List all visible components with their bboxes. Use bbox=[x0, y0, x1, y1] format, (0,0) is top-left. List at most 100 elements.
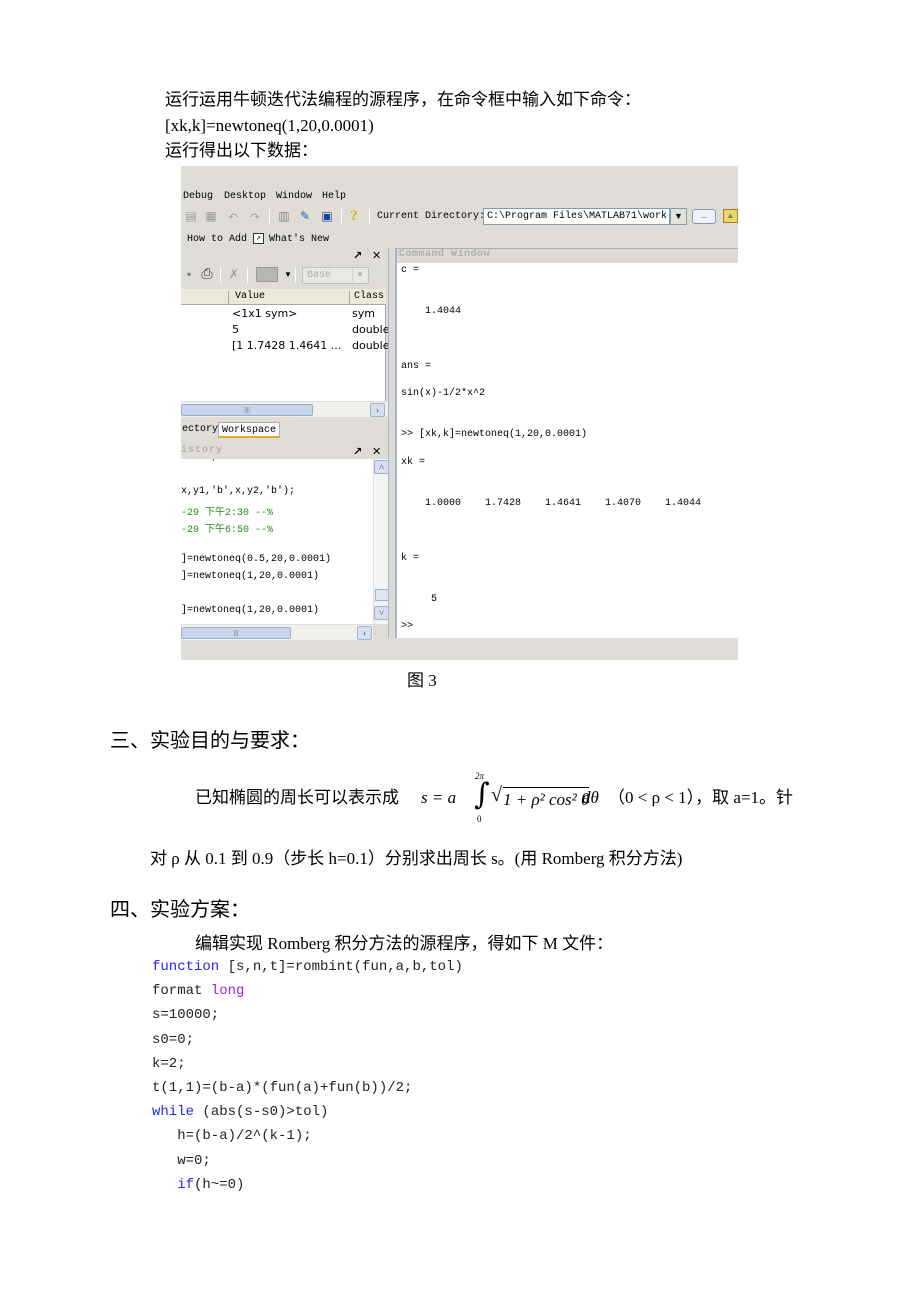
current-directory-input[interactable]: C:\Program Files\MATLAB71\work bbox=[483, 208, 670, 225]
history-entry[interactable]: -29 下午2:30 --% bbox=[181, 503, 273, 519]
command-output-line: k = bbox=[401, 552, 420, 564]
profiler-icon[interactable]: ▣ bbox=[319, 209, 335, 224]
toolbar-separator bbox=[247, 267, 248, 283]
formula-integrand: 1 + ρ² cos² θ bbox=[503, 787, 590, 811]
code-line: k=2; bbox=[152, 1055, 186, 1073]
cut-icon[interactable]: ▤ bbox=[183, 209, 199, 224]
command-output-line: c = bbox=[401, 265, 420, 276]
command-history-panel: istory ↗ ✕ *x.^2; x,y1,'b',x,y2,'b'); -29 … bbox=[181, 444, 389, 640]
import-data-icon[interactable]: ▪ bbox=[181, 267, 197, 282]
scroll-up-icon[interactable]: ˄ bbox=[374, 460, 389, 474]
guide-icon[interactable]: ✎ bbox=[297, 209, 313, 224]
formula-upper-limit: 2π bbox=[475, 771, 485, 781]
menu-debug[interactable]: Debug bbox=[183, 191, 213, 202]
menu-window[interactable]: Window bbox=[276, 191, 312, 202]
code-text: k=2; bbox=[152, 1055, 186, 1072]
row-class: double bbox=[352, 323, 390, 336]
command-window[interactable]: Command Window c = 1.4044 ans = sin(x)-1/2… bbox=[395, 248, 738, 638]
splitter[interactable] bbox=[388, 248, 395, 638]
code-line: s=10000; bbox=[152, 1006, 219, 1024]
paste-icon[interactable]: ▦ bbox=[203, 209, 219, 224]
workspace-horizontal-scrollbar[interactable]: |||| › bbox=[181, 401, 388, 417]
scroll-right-icon[interactable]: › bbox=[370, 403, 385, 417]
history-entry[interactable]: -29 下午6:50 --% bbox=[181, 520, 273, 536]
code-text: s0=0; bbox=[152, 1031, 195, 1048]
column-header-value[interactable]: Value bbox=[231, 291, 265, 305]
table-row[interactable]: 5 double bbox=[181, 323, 390, 339]
tab-current-directory[interactable]: ectory bbox=[181, 422, 221, 438]
command-output-line: 5 bbox=[401, 593, 438, 605]
history-horizontal-scrollbar[interactable]: ||| › bbox=[181, 624, 373, 640]
tab-workspace[interactable]: Workspace bbox=[218, 422, 281, 438]
delete-icon[interactable]: ✗ bbox=[226, 267, 242, 282]
folder-up-icon[interactable]: ▲ bbox=[723, 209, 738, 223]
browse-button[interactable]: ... bbox=[692, 209, 716, 224]
code-line: w=0; bbox=[152, 1152, 211, 1170]
print-icon[interactable]: ⎙ bbox=[199, 267, 215, 282]
table-row[interactable]: <1x1 sym> sym bbox=[181, 307, 386, 323]
scrollbar-thumb[interactable] bbox=[375, 589, 389, 601]
toolbar-separator bbox=[369, 209, 370, 225]
scrollbar-thumb[interactable]: |||| bbox=[181, 404, 313, 416]
current-directory-label: Current Directory: bbox=[377, 211, 486, 222]
command-output-line: 1.0000 1.7428 1.4641 1.4070 1.4044 bbox=[401, 497, 702, 509]
formula-lhs: s = a bbox=[421, 788, 457, 807]
command-output-line: xk = bbox=[401, 456, 426, 468]
shortcuts-bar: How to Add ↗ What's New bbox=[181, 230, 738, 248]
history-entry[interactable]: ]=newtoneq(0.5,20,0.0001) bbox=[181, 554, 331, 565]
chevron-down-icon[interactable]: ▼ bbox=[670, 208, 687, 225]
menu-desktop[interactable]: Desktop bbox=[224, 191, 266, 202]
code-line: s0=0; bbox=[152, 1031, 194, 1049]
shortcut-whats-new[interactable]: What's New bbox=[269, 234, 329, 245]
column-header-name[interactable] bbox=[181, 291, 229, 305]
matlab-screenshot: Debug Desktop Window Help ▤ ▦ ↶ ↷ ▥ ✎ ▣ … bbox=[181, 166, 738, 660]
history-entry[interactable]: x,y1,'b',x,y2,'b'); bbox=[181, 486, 295, 497]
plot-selection-icon[interactable] bbox=[256, 267, 278, 282]
intro-line-1: 运行运用牛顿迭代法编程的源程序，在命令框中输入如下命令： bbox=[165, 90, 641, 109]
scrollbar-thumb[interactable]: ||| bbox=[181, 627, 291, 639]
plot-dropdown-icon[interactable]: ▼ bbox=[280, 267, 296, 282]
scroll-down-icon[interactable]: ˅ bbox=[374, 606, 389, 620]
simulink-icon[interactable]: ▥ bbox=[276, 209, 292, 224]
row-value: <1x1 sym> bbox=[232, 307, 298, 320]
command-output-line: >> [xk,k]=newtoneq(1,20,0.0001) bbox=[401, 429, 588, 441]
code-text: (h~=0) bbox=[194, 1176, 245, 1193]
menu-help[interactable]: Help bbox=[322, 191, 346, 202]
row-value: [1 1.7428 1.4641 ... bbox=[232, 339, 342, 352]
scroll-right-icon[interactable]: › bbox=[357, 626, 372, 640]
panel-tabs: ectory Workspace bbox=[181, 421, 388, 439]
code-line: if(h~=0) bbox=[152, 1176, 244, 1194]
code-line: while (abs(s-s0)>tol) bbox=[152, 1103, 328, 1121]
help-icon[interactable]: ? bbox=[346, 209, 362, 224]
undock-icon[interactable]: ↗ bbox=[353, 249, 362, 262]
command-output-line: 1.4044 bbox=[401, 306, 462, 318]
undo-icon[interactable]: ↶ bbox=[225, 209, 241, 224]
undock-icon[interactable]: ↗ bbox=[353, 445, 362, 458]
workspace-toolbar: ▪ ⎙ ✗ ▼ Base ▼ bbox=[181, 264, 388, 286]
code-line: h=(b-a)/2^(k-1); bbox=[152, 1127, 312, 1145]
toolbar-separator bbox=[220, 267, 221, 283]
code-text: h=(b-a)/2^(k-1); bbox=[152, 1128, 312, 1145]
shortcut-how-to-add[interactable]: How to Add bbox=[187, 234, 247, 245]
history-entry[interactable]: *x.^2; bbox=[181, 459, 217, 463]
command-output-line: sin(x)-1/2*x^2 bbox=[401, 388, 486, 400]
history-vertical-scrollbar[interactable]: ˄ ˅ bbox=[373, 459, 389, 624]
command-output-line: ans = bbox=[401, 360, 432, 372]
stack-select[interactable]: Base ▼ bbox=[302, 267, 369, 284]
toolbar-separator bbox=[341, 209, 342, 225]
history-entry[interactable]: ]=newtoneq(1,20,0.0001) bbox=[181, 605, 319, 616]
close-icon[interactable]: ✕ bbox=[372, 249, 381, 262]
history-list: *x.^2; x,y1,'b',x,y2,'b'); -29 下午2:30 --%-… bbox=[181, 459, 373, 624]
shortcut-icon: ↗ bbox=[253, 233, 264, 244]
redo-icon[interactable]: ↷ bbox=[247, 209, 263, 224]
close-icon[interactable]: ✕ bbox=[372, 445, 381, 458]
history-entry[interactable]: ]=newtoneq(1,20,0.0001) bbox=[181, 571, 319, 582]
column-header-class[interactable]: Class bbox=[349, 291, 384, 305]
code-keyword: while bbox=[152, 1104, 195, 1121]
table-row[interactable]: [1 1.7428 1.4641 ... double bbox=[181, 339, 390, 355]
code-text: (abs(s-s0)>tol) bbox=[194, 1104, 329, 1121]
sqrt-sign: √ bbox=[491, 784, 502, 806]
workspace-titlebar: ↗ ✕ bbox=[181, 248, 388, 263]
section-4-intro: 编辑实现 Romberg 积分方法的源程序，得如下 M 文件： bbox=[195, 934, 614, 953]
